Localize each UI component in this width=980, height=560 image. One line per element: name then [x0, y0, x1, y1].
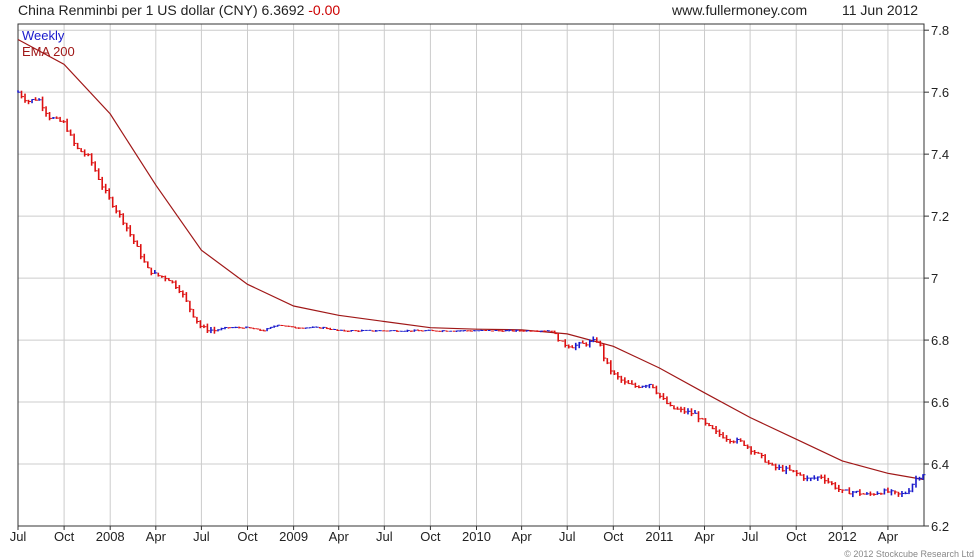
x-tick-label: 2009 — [279, 529, 308, 544]
x-tick-label: 2011 — [645, 529, 673, 544]
y-tick-label: 7 — [931, 271, 938, 286]
y-tick-label: 7.4 — [931, 147, 949, 162]
x-tick-label: Jul — [10, 529, 27, 544]
x-tick-label: Jul — [559, 529, 576, 544]
y-tick-label: 6.6 — [931, 395, 949, 410]
x-tick-label: Jul — [742, 529, 759, 544]
x-tick-label: Oct — [54, 529, 75, 544]
x-tick-label: 2008 — [96, 529, 125, 544]
y-tick-label: 6.4 — [931, 457, 949, 472]
y-tick-label: 7.2 — [931, 209, 949, 224]
x-tick-label: Oct — [237, 529, 258, 544]
x-tick-label: Oct — [786, 529, 807, 544]
legend-ema-200: EMA 200 — [22, 44, 75, 59]
legend-weekly: Weekly — [22, 28, 65, 43]
x-tick-label: 2010 — [462, 529, 491, 544]
y-tick-label: 7.8 — [931, 23, 949, 38]
x-tick-label: Apr — [511, 529, 532, 544]
x-tick-label: Apr — [146, 529, 167, 544]
price-chart: 6.2 6.4 6.6 6.8 7 7.2 7.4 7.6 7.8 Jul Oct 2008 Apr Ju… — [10, 23, 949, 544]
y-tick-label: 7.6 — [931, 85, 949, 100]
x-tick-label: 2012 — [828, 529, 857, 544]
x-tick-label: Jul — [376, 529, 393, 544]
y-tick-label: 6.8 — [931, 333, 949, 348]
x-tick-label: Apr — [329, 529, 350, 544]
copyright: © 2012 Stockcube Research Ltd — [844, 549, 974, 559]
x-tick-label: Oct — [603, 529, 624, 544]
x-tick-label: Oct — [420, 529, 441, 544]
x-tick-label: Apr — [878, 529, 899, 544]
x-tick-label: Jul — [193, 529, 210, 544]
x-tick-label: Apr — [694, 529, 715, 544]
ema-200-line — [17, 38, 924, 481]
y-tick-label: 6.2 — [931, 519, 949, 534]
plot-frame — [17, 23, 925, 527]
